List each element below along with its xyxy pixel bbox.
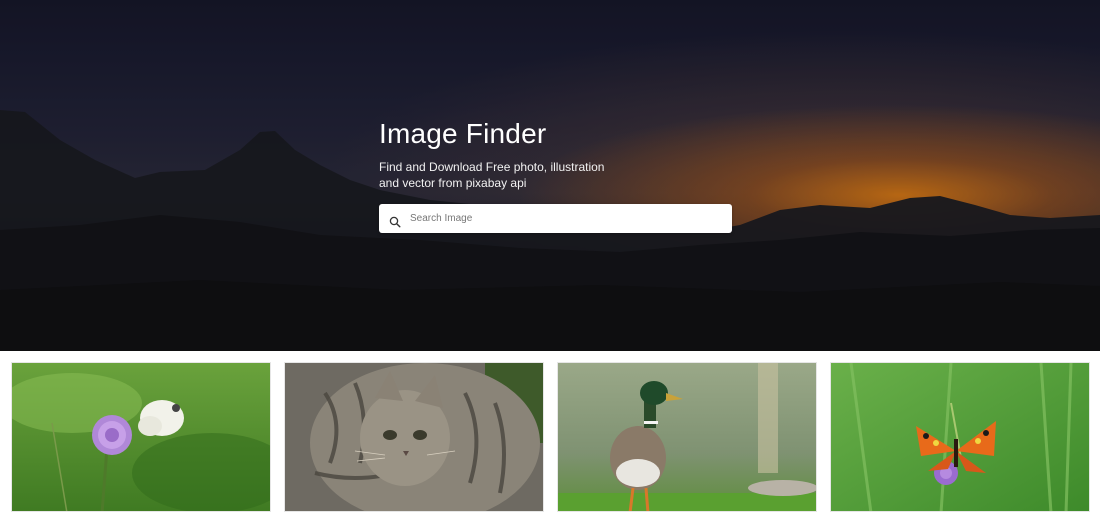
page-title: Image Finder xyxy=(379,118,547,149)
gallery-image-mallard-duck[interactable] xyxy=(557,362,817,512)
search-icon xyxy=(389,213,401,228)
image-gallery xyxy=(0,351,1100,512)
page-subtitle: Find and Download Free photo, illustrati… xyxy=(379,160,605,190)
gallery-image-butterfly-flower[interactable] xyxy=(11,362,271,512)
butterfly-flower-image xyxy=(12,363,270,511)
search-bar[interactable] xyxy=(379,204,732,233)
hero-banner: Image Finder Find and Download Free phot… xyxy=(0,0,1100,351)
search-input[interactable] xyxy=(410,213,710,224)
tabby-cat-image xyxy=(285,363,543,511)
gallery-image-tabby-cat[interactable] xyxy=(284,362,544,512)
mallard-duck-image xyxy=(558,363,816,511)
gallery-image-orange-butterfly[interactable] xyxy=(830,362,1090,512)
hero-text-block: Image Finder Find and Download Free phot… xyxy=(379,116,739,191)
orange-butterfly-image xyxy=(831,363,1089,511)
